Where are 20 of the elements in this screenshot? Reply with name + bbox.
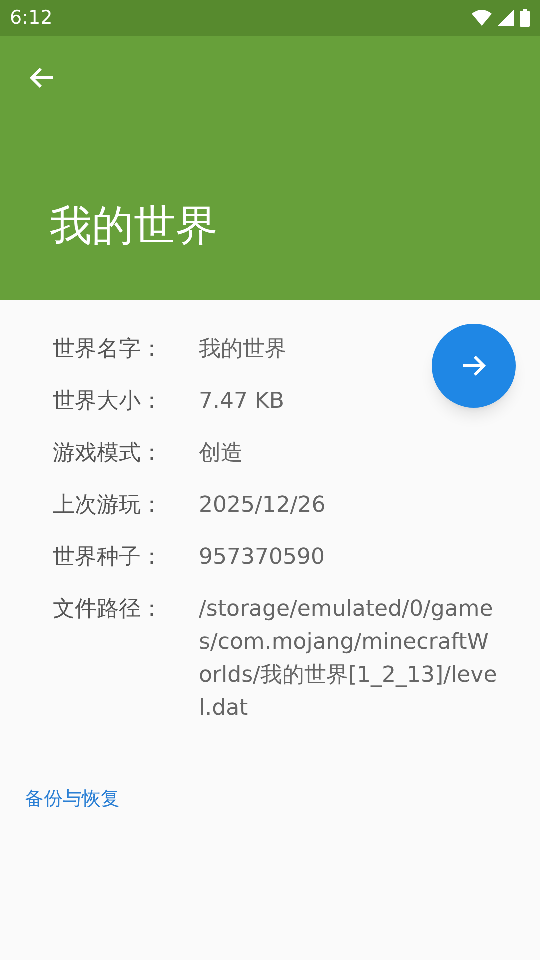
- detail-label: 文件路径：: [53, 596, 164, 624]
- wifi-icon: [472, 10, 492, 26]
- detail-label: 游戏模式：: [53, 440, 164, 468]
- battery-icon: [520, 9, 530, 27]
- detail-value: 2025/12/26: [199, 492, 326, 520]
- detail-label: 上次游玩：: [53, 492, 164, 520]
- detail-label: 世界种子：: [53, 544, 164, 572]
- detail-value: 957370590: [199, 544, 325, 572]
- detail-label: 世界名字：: [53, 336, 164, 364]
- forward-arrow-icon: [461, 354, 487, 378]
- status-time: 6:12: [10, 6, 53, 31]
- detail-value: 创造: [199, 440, 243, 468]
- back-arrow-icon: [29, 66, 55, 90]
- detail-value: 7.47 KB: [199, 388, 284, 416]
- detail-value: /storage/emulated/0/games/com.mojang/minecraftWorlds/我的世界[1_2_13]/level.dat: [199, 596, 498, 723]
- backup-restore-link[interactable]: 备份与恢复: [25, 785, 120, 814]
- page-title: 我的世界: [50, 202, 219, 250]
- detail-label: 世界大小：: [53, 388, 164, 416]
- detail-value: 我的世界: [199, 336, 287, 364]
- signal-icon: [498, 10, 514, 26]
